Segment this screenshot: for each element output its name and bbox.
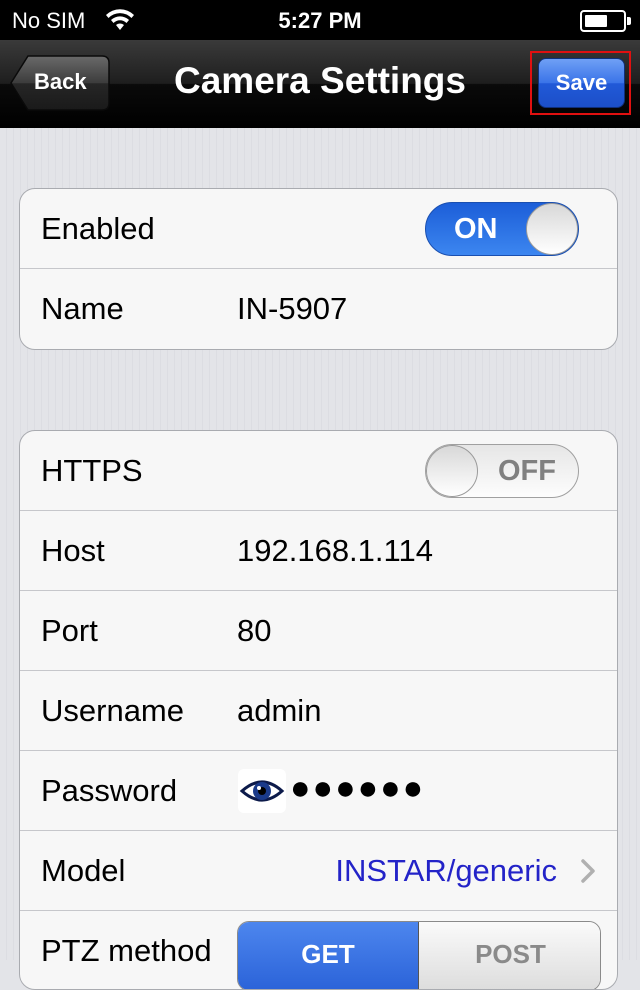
port-label: Port <box>41 613 98 648</box>
https-toggle-text: OFF <box>498 455 556 487</box>
https-toggle[interactable]: OFF <box>425 444 579 498</box>
username-row[interactable]: Username admin <box>20 671 617 751</box>
toggle-knob <box>426 445 478 497</box>
password-row[interactable]: Password ●●●●●● <box>20 751 617 831</box>
https-row: HTTPS OFF <box>20 431 617 511</box>
ptz-row: PTZ method GET POST <box>20 911 617 989</box>
password-label: Password <box>41 773 178 808</box>
chevron-right-icon <box>581 859 595 883</box>
general-settings-group: Enabled ON Name IN-5907 <box>19 188 618 350</box>
battery-icon <box>580 10 631 32</box>
port-row[interactable]: Port 80 <box>20 591 617 671</box>
save-button[interactable]: Save <box>538 58 625 108</box>
model-value[interactable]: INSTAR/generic <box>335 853 557 889</box>
host-row[interactable]: Host 192.168.1.114 <box>20 511 617 591</box>
model-label: Model <box>41 853 126 888</box>
ptz-method-segmented-control[interactable]: GET POST <box>237 921 601 989</box>
save-highlight-box: Save <box>530 51 631 115</box>
model-row[interactable]: Model INSTAR/generic <box>20 831 617 911</box>
username-label: Username <box>41 693 184 728</box>
enabled-toggle[interactable]: ON <box>425 202 579 256</box>
name-row[interactable]: Name IN-5907 <box>20 269 617 349</box>
username-field[interactable]: admin <box>237 693 321 729</box>
enabled-label: Enabled <box>41 211 155 246</box>
name-label: Name <box>41 291 124 326</box>
ptz-option-post[interactable]: POST <box>419 922 600 989</box>
navigation-bar: Back Camera Settings Save <box>0 40 640 128</box>
host-field[interactable]: 192.168.1.114 <box>237 533 433 569</box>
ptz-option-get[interactable]: GET <box>238 922 419 989</box>
password-field[interactable]: ●●●●●● <box>290 769 425 808</box>
ptz-label: PTZ method <box>41 933 212 968</box>
https-label: HTTPS <box>41 453 143 488</box>
host-label: Host <box>41 533 105 568</box>
name-field[interactable]: IN-5907 <box>237 291 347 327</box>
clock: 5:27 PM <box>278 8 362 33</box>
status-bar: No SIM 5:27 PM <box>0 0 640 40</box>
enabled-row: Enabled ON <box>20 189 617 269</box>
enabled-toggle-text: ON <box>454 213 498 245</box>
connection-settings-group: HTTPS OFF Host 192.168.1.114 Port 80 Use… <box>19 430 618 990</box>
toggle-knob <box>526 203 578 255</box>
eye-icon[interactable] <box>238 769 286 813</box>
port-field[interactable]: 80 <box>237 613 271 649</box>
